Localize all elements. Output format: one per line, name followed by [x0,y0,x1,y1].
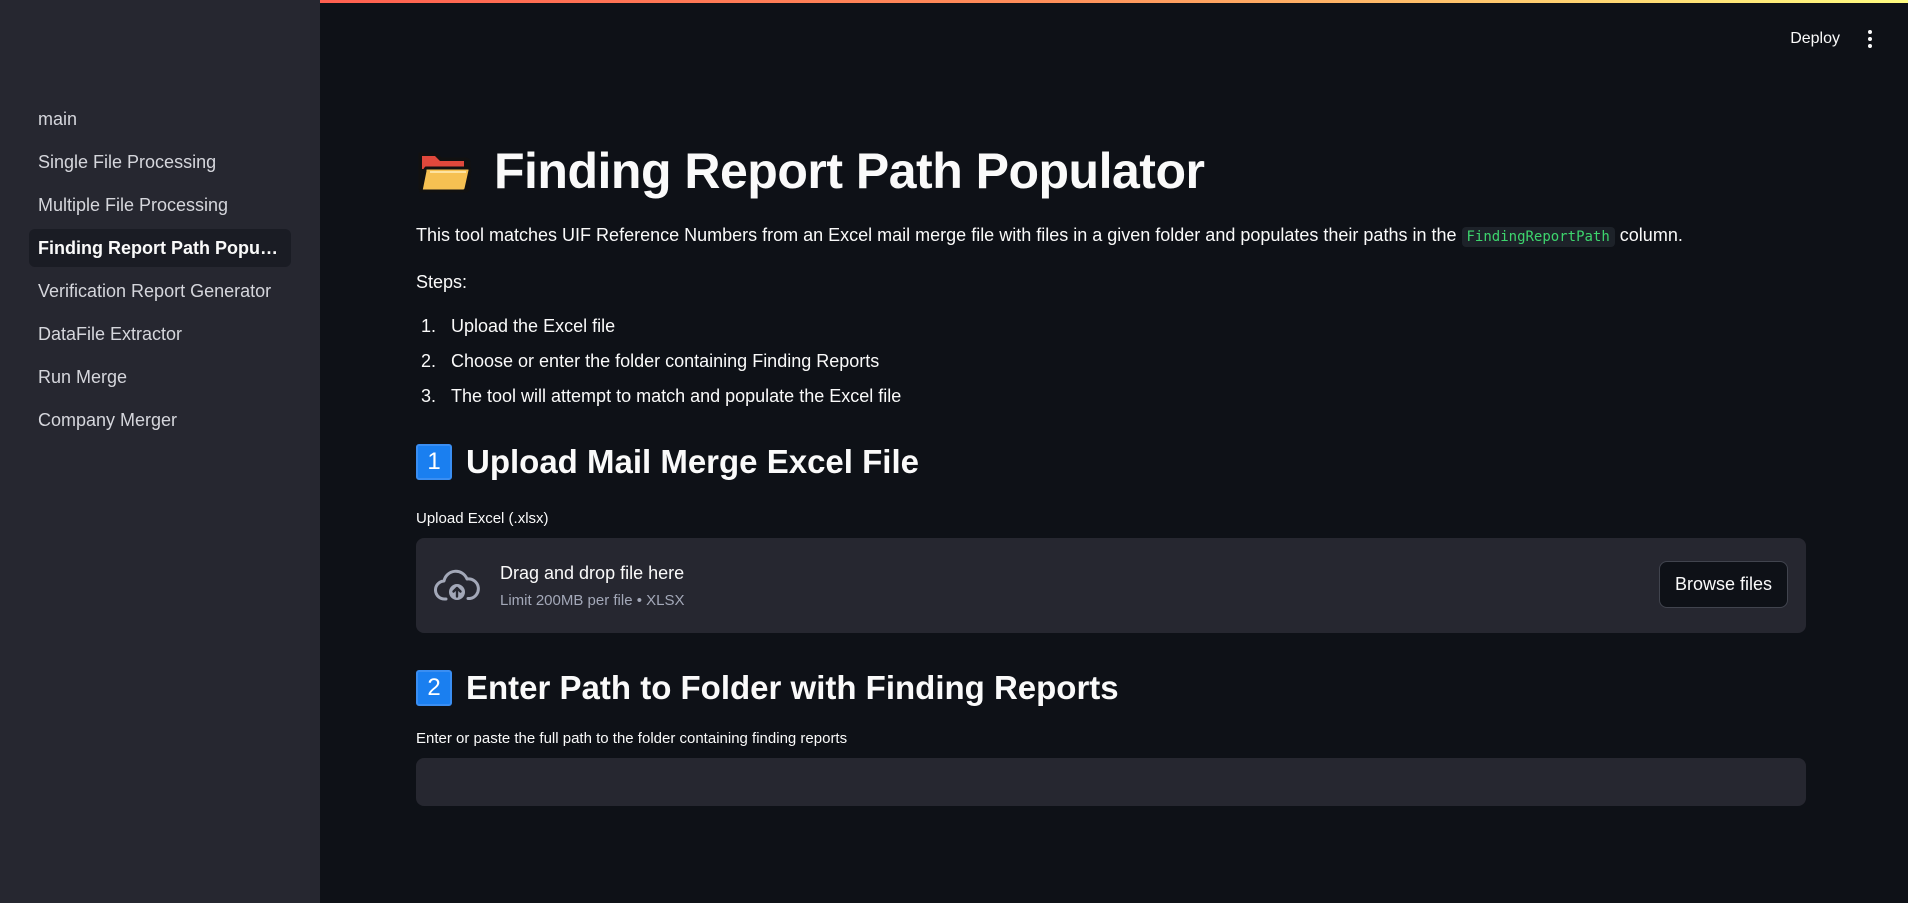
open-folder-icon [416,148,472,194]
sidebar-item-main[interactable]: main [29,100,291,138]
inline-code: FindingReportPath [1461,227,1615,247]
intro-text: This tool matches UIF Reference Numbers … [416,222,1806,250]
page-title: Finding Report Path Populator [494,143,1205,199]
browse-files-button[interactable]: Browse files [1658,561,1788,608]
kebab-menu-icon[interactable] [1862,26,1878,52]
dropzone-title: Drag and drop file here [500,562,685,583]
sidebar-item-datafile-extractor[interactable]: DataFile Extractor [29,315,291,353]
steps-list: 1. Upload the Excel file 2. Choose or ente… [416,311,1806,416]
sidebar-item-single-file-processing[interactable]: Single File Processing [29,143,291,181]
steps-label: Steps: [416,272,468,292]
file-dropzone[interactable]: Drag and drop file here Limit 200MB per … [416,538,1806,633]
page-title-row: Finding Report Path Populator [416,140,1806,202]
step-item: 2. Choose or enter the folder containing … [416,346,1806,381]
sidebar-item-run-merge[interactable]: Run Merge [29,358,291,396]
main-content: Finding Report Path Populator This tool … [416,140,1806,806]
sidebar-item-company-merger[interactable]: Company Merger [29,401,291,439]
cloud-upload-icon [434,568,480,604]
section-upload-heading: 1 Upload Mail Merge Excel File [416,440,1806,484]
dropzone-subtitle: Limit 200MB per file • XLSX [500,591,685,609]
folder-path-input[interactable] [416,758,1806,806]
step-item: 3. The tool will attempt to match and pop… [416,381,1806,416]
sidebar-item-multiple-file-processing[interactable]: Multiple File Processing [29,186,291,224]
section-folder-title: Enter Path to Folder with Finding Report… [466,669,1119,706]
intro-text-part-2: column. [1614,225,1683,245]
section-upload-title: Upload Mail Merge Excel File [466,443,919,480]
section-folder-heading: 2 Enter Path to Folder with Finding Repo… [416,666,1806,710]
sidebar-item-finding-report-path-populator[interactable]: Finding Report Path Populator [29,229,291,267]
folder-path-label: Enter or paste the full path to the fold… [416,730,848,747]
sidebar-item-verification-report-generator[interactable]: Verification Report Generator [29,272,291,310]
dropzone-text: Drag and drop file here Limit 200MB per … [500,563,685,609]
header-actions: Deploy [1790,26,1878,52]
step-text: Choose or enter the folder containing Fi… [451,351,880,371]
upload-field-label: Upload Excel (.xlsx) [416,510,549,527]
intro-text-part-1: This tool matches UIF Reference Numbers … [416,225,1462,245]
step-text: Upload the Excel file [451,316,616,336]
keycap-one-icon: 1 [416,444,452,480]
sidebar-nav: main Single File Processing Multiple Fil… [0,100,320,439]
deploy-button[interactable]: Deploy [1790,30,1840,48]
keycap-two-icon: 2 [416,670,452,706]
step-number: 2. [421,351,437,371]
step-item: 1. Upload the Excel file [416,311,1806,346]
step-text: The tool will attempt to match and popul… [451,386,902,406]
sidebar: main Single File Processing Multiple Fil… [0,0,320,903]
step-number: 3. [421,386,437,406]
step-number: 1. [421,316,437,336]
